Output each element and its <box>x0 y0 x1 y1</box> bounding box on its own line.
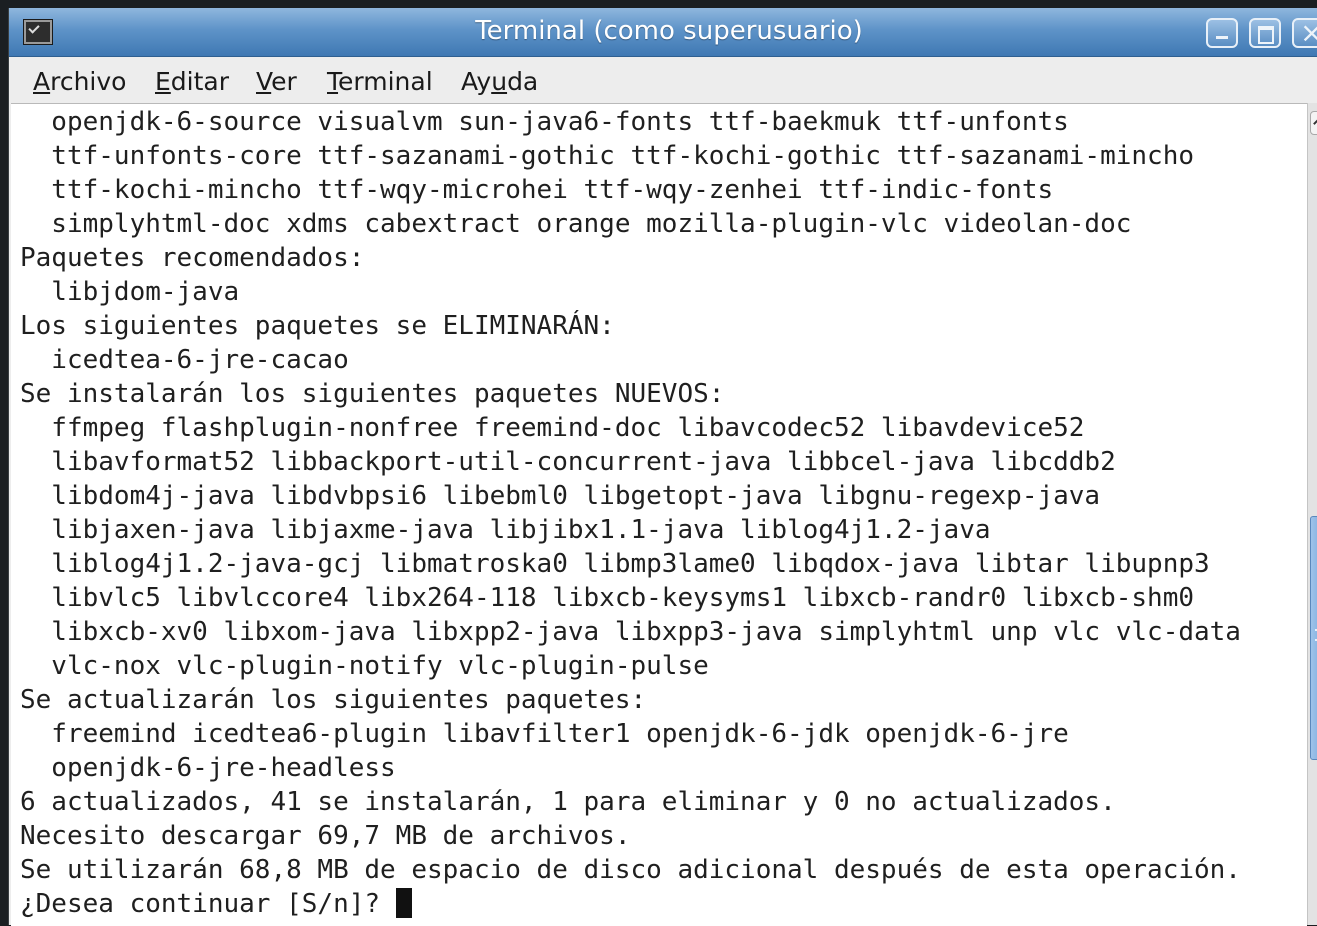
menu-archivo[interactable]: Archivo <box>33 67 126 97</box>
menu-terminal-mnemonic: T <box>327 67 339 96</box>
terminal-output-area[interactable]: openjdk-6-source visualvm sun-java6-font… <box>11 103 1307 926</box>
prompt-text: ¿Desea continuar [S/n]? <box>20 889 396 919</box>
terminal-line: freemind icedtea6-plugin libavfilter1 op… <box>51 719 1069 749</box>
terminal-line: Necesito descargar 69,7 MB de archivos. <box>20 821 631 851</box>
terminal-line: Se instalarán los siguientes paquetes NU… <box>20 379 725 409</box>
terminal-lines: openjdk-6-source visualvm sun-java6-font… <box>20 107 1241 885</box>
text-cursor <box>395 888 412 918</box>
terminal-line: Paquetes recomendados: <box>20 243 365 273</box>
terminal-line: ttf-kochi-mincho ttf-wqy-microhei ttf-wq… <box>51 175 1054 205</box>
terminal-line: libvlc5 libvlccore4 libx264-118 libxcb-k… <box>51 583 1194 613</box>
terminal-line: Se actualizarán los siguientes paquetes: <box>20 685 647 715</box>
terminal-line: liblog4j1.2-java-gcj libmatroska0 libmp3… <box>51 549 1210 579</box>
menu-ayuda-mnemonic: u <box>491 67 508 96</box>
vertical-scrollbar[interactable] <box>1307 103 1317 925</box>
terminal-line: libavformat52 libbackport-util-concurren… <box>51 447 1116 477</box>
menu-ayuda[interactable]: Ayuda <box>461 67 538 97</box>
terminal-text: openjdk-6-source visualvm sun-java6-font… <box>20 105 1241 921</box>
terminal-window: Terminal (como superusuario) Archivo Edi… <box>8 8 1317 926</box>
scroll-thumb[interactable] <box>1310 515 1317 760</box>
menu-bar: Archivo Editar Ver Terminal Ayuda <box>9 57 1317 102</box>
terminal-line: icedtea-6-jre-cacao <box>51 345 349 375</box>
menu-archivo-label: rchivo <box>50 67 127 96</box>
menu-terminal[interactable]: Terminal <box>327 67 433 97</box>
terminal-line: openjdk-6-jre-headless <box>51 753 396 783</box>
menu-ver[interactable]: Ver <box>256 67 297 97</box>
menu-editar-label: ditar <box>170 67 230 96</box>
menu-ayuda-label: da <box>507 67 539 96</box>
terminal-line: libjaxen-java libjaxme-java libjibx1.1-j… <box>51 515 991 545</box>
terminal-line: vlc-nox vlc-plugin-notify vlc-plugin-pul… <box>51 651 709 681</box>
menu-editar-mnemonic: E <box>155 67 171 96</box>
menu-archivo-mnemonic: A <box>33 67 51 96</box>
minimize-icon[interactable] <box>1206 18 1238 48</box>
terminal-line: 6 actualizados, 41 se instalarán, 1 para… <box>20 787 1116 817</box>
window-title: Terminal (como superusuario) <box>475 16 863 46</box>
close-icon[interactable] <box>1292 16 1317 49</box>
terminal-line: ffmpeg flashplugin-nonfree freemind-doc … <box>51 413 1085 443</box>
menu-ver-mnemonic: V <box>256 67 272 96</box>
terminal-line: libdom4j-java libdvbpsi6 libebml0 libget… <box>51 481 1101 511</box>
scroll-up-arrow-icon[interactable] <box>1310 111 1317 135</box>
terminal-line: libjdom-java <box>51 277 240 307</box>
terminal-line: Se utilizarán 68,8 MB de espacio de disc… <box>20 855 1241 885</box>
menu-ver-label: er <box>271 67 297 96</box>
menu-terminal-label: erminal <box>338 67 433 96</box>
terminal-line: ttf-unfonts-core ttf-sazanami-gothic ttf… <box>51 141 1194 171</box>
menu-editar[interactable]: Editar <box>155 67 229 97</box>
terminal-line: openjdk-6-source visualvm sun-java6-font… <box>51 107 1069 137</box>
menu-ayuda-prefix: Ay <box>461 67 492 96</box>
title-bar[interactable]: Terminal (como superusuario) <box>9 8 1317 57</box>
terminal-line: Los siguientes paquetes se ELIMINARÁN: <box>20 311 615 341</box>
maximize-icon[interactable] <box>1249 18 1281 48</box>
terminal-line: simplyhtml-doc xdms cabextract orange mo… <box>51 209 1132 239</box>
terminal-line: libxcb-xv0 libxom-java libxpp2-java libx… <box>51 617 1241 647</box>
